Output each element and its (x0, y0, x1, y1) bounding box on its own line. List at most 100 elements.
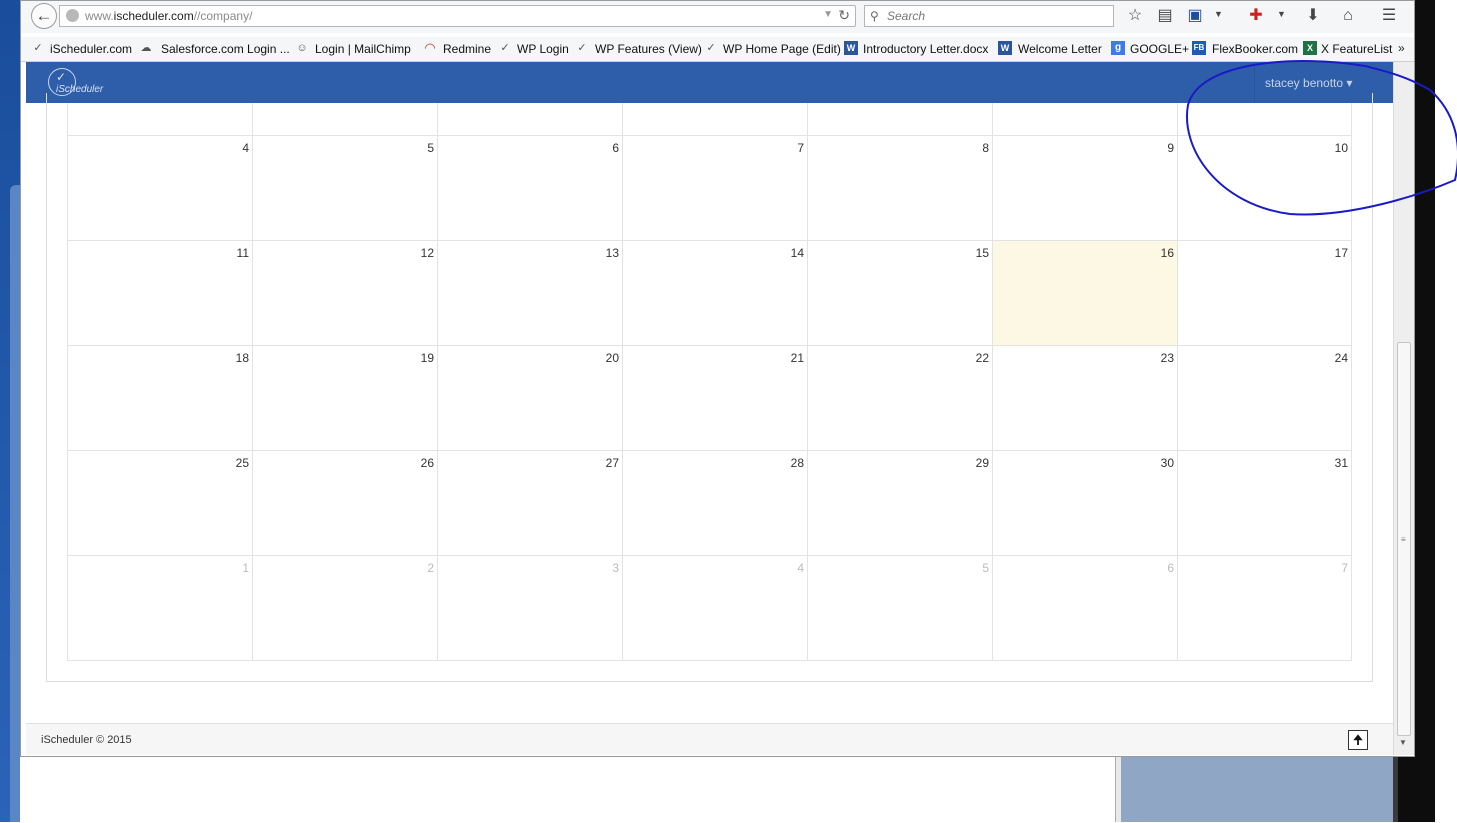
bookmark-wp-features[interactable]: WP Features (View) (595, 42, 702, 56)
day-number[interactable]: 19 (421, 351, 434, 365)
day-number[interactable]: 18 (236, 351, 249, 365)
day-number[interactable]: 20 (606, 351, 619, 365)
bookmark-google-plus[interactable]: GOOGLE+ (1130, 42, 1189, 56)
url-text[interactable]: www.ischeduler.com//company/ (85, 9, 252, 23)
bookmark-salesforce[interactable]: Salesforce.com Login ... (161, 42, 290, 56)
day-number[interactable]: 10 (1335, 141, 1348, 155)
day-number[interactable]: 26 (421, 456, 434, 470)
bookmark-mailchimp[interactable]: Login | MailChimp (315, 42, 411, 56)
calendar-day[interactable]: 1 (67, 556, 252, 661)
calendar-day[interactable]: 7 (1177, 556, 1352, 661)
calendar-day[interactable]: 5 (252, 136, 437, 241)
calendar-day[interactable]: 4 (67, 136, 252, 241)
day-number[interactable]: 6 (612, 141, 619, 155)
calendar-day[interactable]: 25 (67, 451, 252, 556)
day-number[interactable]: 15 (976, 246, 989, 260)
day-number[interactable]: 5 (427, 141, 434, 155)
calendar-day[interactable] (67, 103, 252, 136)
day-number[interactable]: 28 (791, 456, 804, 470)
scrollbar-thumb[interactable]: ≡ (1397, 342, 1411, 736)
save-dropdown-icon[interactable]: ▼ (1214, 9, 1223, 19)
calendar-day[interactable] (437, 103, 622, 136)
scroll-down-arrow-icon[interactable]: ▼ (1399, 738, 1407, 747)
bookmark-star-icon[interactable]: ☆ (1125, 6, 1145, 26)
day-number[interactable]: 16 (1161, 246, 1174, 260)
calendar-day[interactable]: 15 (807, 241, 992, 346)
day-number[interactable]: 30 (1161, 456, 1174, 470)
day-number[interactable]: 29 (976, 456, 989, 470)
calendar-day[interactable]: 3 (437, 556, 622, 661)
save-disk-icon[interactable]: ▣ (1185, 6, 1205, 26)
calendar-day-today[interactable]: 16 (992, 241, 1177, 346)
calendar-day[interactable]: 2 (252, 556, 437, 661)
day-number[interactable]: 8 (982, 141, 989, 155)
menu-icon[interactable]: ☰ (1379, 6, 1399, 26)
day-number[interactable]: 21 (791, 351, 804, 365)
bookmark-ischeduler[interactable]: iScheduler.com (50, 42, 132, 56)
calendar-day[interactable]: 14 (622, 241, 807, 346)
day-number[interactable]: 22 (976, 351, 989, 365)
calendar-day[interactable]: 12 (252, 241, 437, 346)
calendar-day[interactable]: 23 (992, 346, 1177, 451)
day-number[interactable]: 14 (791, 246, 804, 260)
reading-list-icon[interactable]: ▤ (1155, 6, 1175, 26)
url-history-dropdown-icon[interactable]: ▼ (823, 9, 833, 20)
calendar-day[interactable]: 27 (437, 451, 622, 556)
day-number[interactable]: 9 (1167, 141, 1174, 155)
bookmark-introductory-letter[interactable]: Introductory Letter.docx (863, 42, 988, 56)
search-bar[interactable]: ⚲ (864, 5, 1114, 27)
calendar-day[interactable]: 22 (807, 346, 992, 451)
day-number[interactable]: 4 (797, 561, 804, 575)
calendar-day[interactable] (622, 103, 807, 136)
calendar-day[interactable]: 4 (622, 556, 807, 661)
addon-cross-icon[interactable]: ✚ (1246, 6, 1266, 26)
day-number[interactable]: 5 (982, 561, 989, 575)
bookmark-redmine[interactable]: Redmine (443, 42, 491, 56)
calendar-day[interactable]: 5 (807, 556, 992, 661)
calendar-day[interactable]: 21 (622, 346, 807, 451)
day-number[interactable]: 24 (1335, 351, 1348, 365)
calendar-day[interactable] (807, 103, 992, 136)
day-number[interactable]: 12 (421, 246, 434, 260)
scroll-to-top-button[interactable]: 🠉 (1348, 730, 1368, 750)
bookmark-flexbooker[interactable]: FlexBooker.com (1212, 42, 1298, 56)
calendar-day[interactable]: 28 (622, 451, 807, 556)
calendar-day[interactable] (992, 103, 1177, 136)
bookmark-welcome-letter[interactable]: Welcome Letter (1018, 42, 1102, 56)
day-number[interactable]: 7 (797, 141, 804, 155)
calendar-day[interactable]: 8 (807, 136, 992, 241)
day-number[interactable]: 1 (242, 561, 249, 575)
calendar-day[interactable]: 29 (807, 451, 992, 556)
day-number[interactable]: 27 (606, 456, 619, 470)
day-number[interactable]: 11 (237, 246, 249, 260)
calendar-day[interactable]: 17 (1177, 241, 1352, 346)
bookmarks-overflow-icon[interactable]: » (1398, 41, 1405, 55)
addon-dropdown-icon[interactable]: ▼ (1277, 9, 1286, 19)
calendar-day[interactable]: 20 (437, 346, 622, 451)
calendar-day[interactable]: 11 (67, 241, 252, 346)
calendar-day[interactable]: 24 (1177, 346, 1352, 451)
day-number[interactable]: 2 (427, 561, 434, 575)
download-icon[interactable]: ⬇ (1303, 6, 1323, 26)
home-icon[interactable]: ⌂ (1338, 6, 1358, 26)
bookmark-wp-login[interactable]: WP Login (517, 42, 569, 56)
search-input[interactable] (887, 7, 1107, 25)
vertical-scrollbar[interactable]: ≡ ▼ (1393, 62, 1414, 755)
back-button[interactable]: ← (31, 3, 57, 29)
url-bar[interactable]: www.ischeduler.com//company/ ▼ ↻ (59, 5, 856, 27)
day-number[interactable]: 25 (236, 456, 249, 470)
day-number[interactable]: 13 (606, 246, 619, 260)
calendar-day[interactable]: 30 (992, 451, 1177, 556)
day-number[interactable]: 7 (1341, 561, 1348, 575)
day-number[interactable]: 6 (1167, 561, 1174, 575)
bookmark-wp-home[interactable]: WP Home Page (Edit) (723, 42, 841, 56)
bookmark-featurelist[interactable]: X FeatureList (1321, 42, 1392, 56)
calendar-day[interactable]: 18 (67, 346, 252, 451)
day-number[interactable]: 4 (242, 141, 249, 155)
calendar-day[interactable]: 6 (992, 556, 1177, 661)
calendar-day[interactable]: 31 (1177, 451, 1352, 556)
calendar-day[interactable]: 13 (437, 241, 622, 346)
calendar-day[interactable] (252, 103, 437, 136)
calendar-day[interactable]: 9 (992, 136, 1177, 241)
calendar-day[interactable]: 10 (1177, 136, 1352, 241)
